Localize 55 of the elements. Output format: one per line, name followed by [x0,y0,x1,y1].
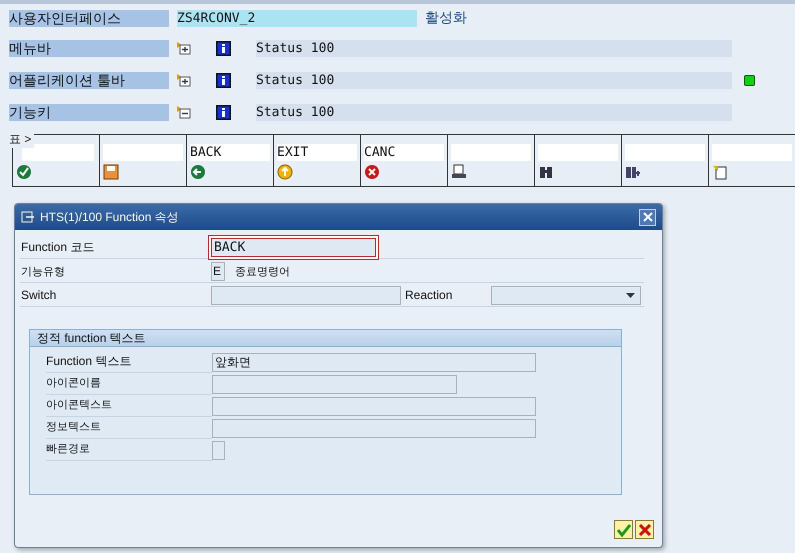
field-label: 기능유형 [20,264,66,278]
check-icon[interactable] [16,164,32,180]
expand-icon[interactable] [177,42,191,54]
collapse-icon[interactable] [177,106,191,118]
function-text-field[interactable]: BACK [190,144,270,161]
function-type-field[interactable]: E [211,262,225,280]
interface-name-field[interactable]: ZS4RCONV_2 [177,10,417,26]
function-text-field[interactable] [103,144,183,161]
function-text-field[interactable]: EXIT [277,144,357,161]
dialog-title: HTS(1)/100 Function 속성 [40,208,180,226]
group-title: 정적 function 텍스트 [37,331,146,345]
field-label: Reaction [404,288,454,302]
input-field[interactable] [212,418,536,438]
status-field: Status 100 [256,40,732,56]
field-label: 정보텍스트 [46,417,212,439]
document-icon[interactable] [712,164,728,180]
row-label: 기능키 [9,104,169,120]
close-icon[interactable] [638,524,650,536]
cancel-button[interactable] [635,520,654,539]
type-description: 종료명령어 [235,264,290,278]
field-label: Function 코드 [20,238,96,256]
field-label: 사용자인터페이스 [9,10,169,26]
input-field[interactable] [212,440,225,460]
info-icon[interactable] [216,104,231,120]
function-text-field[interactable] [451,144,531,161]
info-icon[interactable] [216,40,231,56]
function-text-field[interactable]: CANC [364,144,444,161]
input-field[interactable] [212,374,457,394]
function-text-field[interactable] [625,144,705,161]
field-label: 아이콘이름 [46,373,212,395]
function-text-field[interactable] [712,144,792,161]
function-text-field[interactable] [22,144,94,161]
field-label: Switch [20,288,58,302]
binoculars-icon[interactable] [538,164,554,180]
printer-icon[interactable] [451,164,467,180]
info-icon[interactable] [216,72,231,88]
cancel-icon[interactable] [364,164,380,180]
function-text-field[interactable] [538,144,618,161]
field-label: 빠른경로 [46,439,212,461]
field-label: 아이콘텍스트 [46,395,212,417]
input-field[interactable]: 앞화면 [212,352,536,372]
toolbar-label: 표 > [9,131,34,148]
input-field[interactable] [212,396,536,416]
row-label: 메뉴바 [9,40,169,56]
status-text: 활성화 [425,9,467,27]
status-field: Status 100 [256,72,732,88]
status-field: Status 100 [256,104,732,120]
dropdown-arrow-icon[interactable] [626,292,635,298]
expand-icon[interactable] [177,74,191,86]
edit-icon [21,211,35,223]
switch-field[interactable] [211,286,401,304]
binoculars-plus-icon[interactable] [625,164,641,180]
row-label: 어플리케이션 툴바 [9,72,169,88]
close-button[interactable] [639,208,656,226]
field-label: Function 텍스트 [46,351,212,373]
